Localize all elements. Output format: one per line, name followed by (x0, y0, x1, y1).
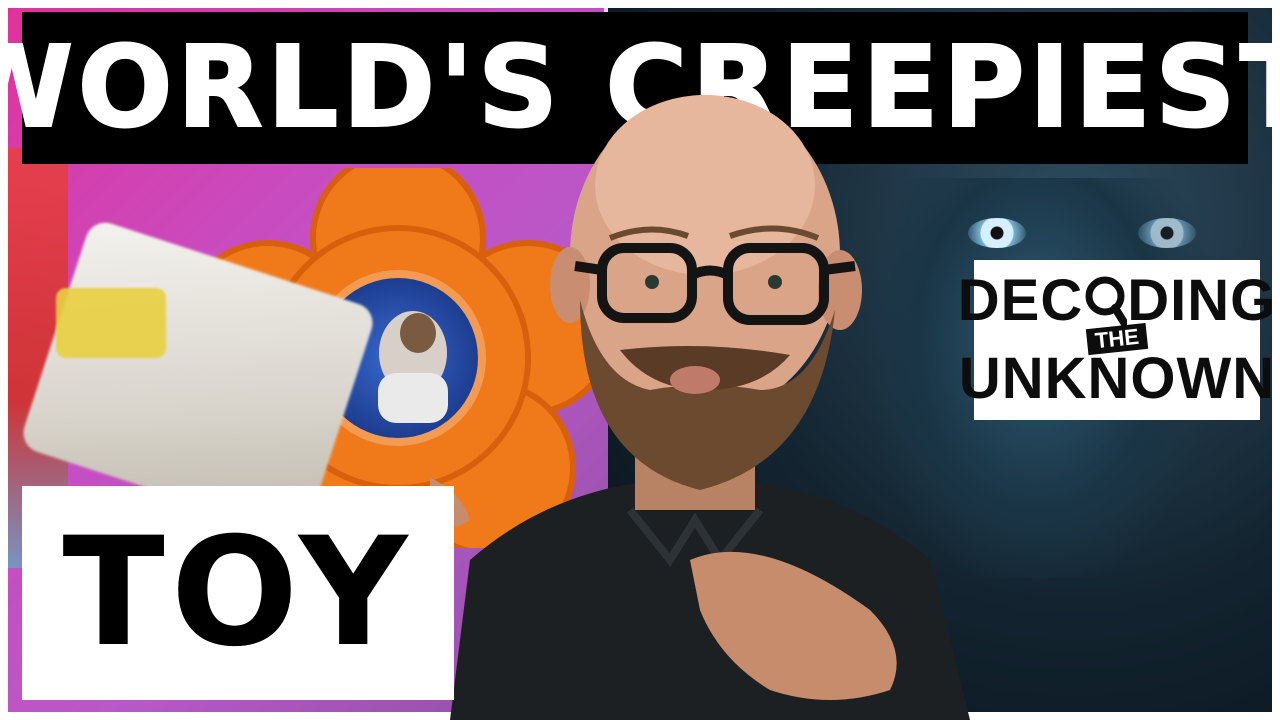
ghost-eye-right (1138, 218, 1196, 248)
toy-yellow-part (56, 288, 166, 358)
logo-line-1-end: DING (1127, 268, 1277, 333)
logo-line-2: UNKNOWN (958, 346, 1276, 411)
logo-line-1-start: DEC (957, 268, 1084, 333)
presenter (430, 95, 970, 720)
toy-label-box: TOY (22, 486, 454, 700)
logo-line-1: DEC DING (958, 272, 1276, 330)
magnifying-glass-icon (1083, 274, 1130, 328)
toy-label-text: TOY (62, 506, 414, 680)
channel-logo: DEC DING THE UNKNOWN (958, 260, 1275, 420)
